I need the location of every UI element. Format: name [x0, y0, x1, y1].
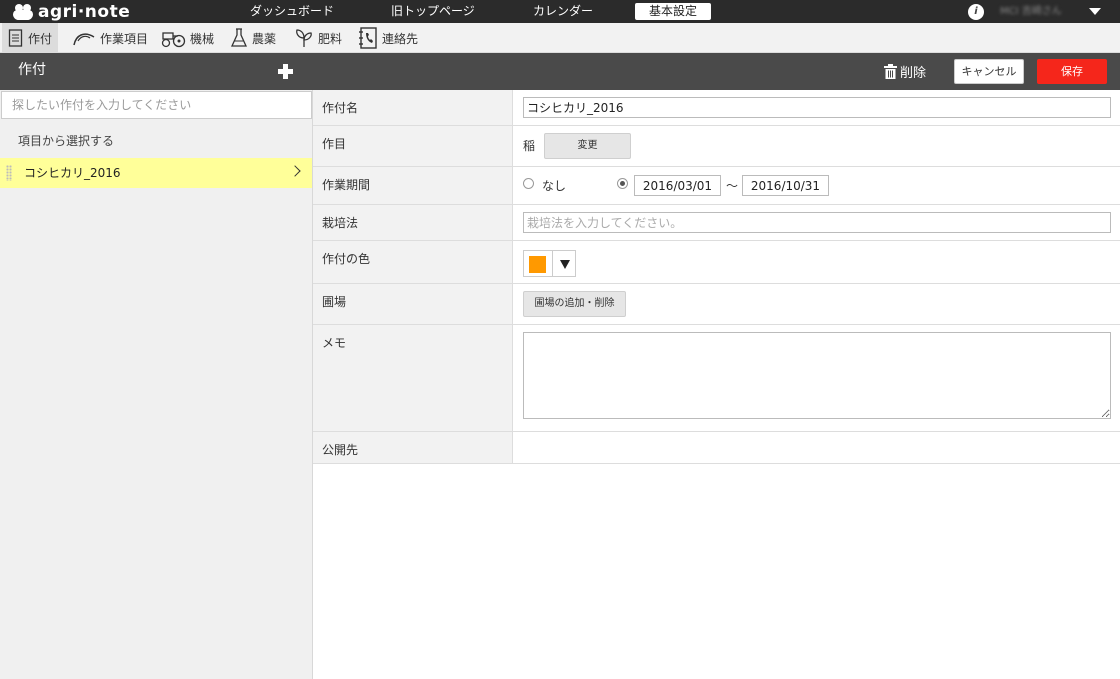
memo-textarea[interactable] [523, 332, 1111, 419]
crop-sidebar: 項目から選択する コシヒカリ_2016 [0, 90, 313, 679]
select-from-items-label[interactable]: 項目から選択する [18, 132, 114, 149]
row-crop-color: 作付の色 [313, 241, 1120, 284]
tab-pesticide[interactable]: 農薬 [224, 23, 282, 53]
sickle-icon [73, 33, 95, 46]
period-none-radio[interactable] [523, 178, 534, 189]
period-range-radio[interactable] [617, 178, 628, 189]
tab-contacts[interactable]: 連絡先 [352, 23, 424, 53]
memo-label: メモ [313, 325, 513, 431]
tab-machinery[interactable]: 機械 [154, 23, 220, 53]
crop-list-item[interactable]: コシヒカリ_2016 [0, 158, 312, 188]
row-field: 圃場 圃場の追加・削除 [313, 284, 1120, 325]
page-header: 作付 削除 [0, 53, 1120, 90]
delete-label: 削除 [900, 66, 927, 81]
page-title: 作付 [18, 62, 46, 78]
period-end-input[interactable] [742, 175, 829, 196]
tab-fertilizer[interactable]: 肥料 [288, 23, 348, 53]
crop-form: 作付名 作目 稲 変更 作業期間 なし 〜 栽培法 作付の色 [313, 90, 1120, 464]
crop-list-item-name: コシヒカリ_2016 [24, 166, 121, 180]
add-plus-icon[interactable] [278, 64, 293, 79]
tab-work-items-label: 作業項目 [100, 31, 149, 46]
sprout-icon [296, 29, 312, 47]
cultivation-method-input[interactable] [523, 212, 1111, 233]
save-button[interactable]: 保存 [1037, 59, 1107, 84]
document-icon [8, 29, 23, 47]
user-avatar-icon[interactable]: i [968, 4, 984, 20]
nav-dashboard[interactable]: ダッシュボード [250, 0, 334, 23]
nav-basic-settings[interactable]: 基本設定 [635, 3, 712, 20]
address-book-icon [359, 27, 377, 49]
crop-name-input[interactable] [523, 97, 1111, 118]
crop-search-input[interactable] [1, 91, 312, 119]
user-menu-caret-icon[interactable] [1089, 8, 1101, 15]
period-separator: 〜 [726, 179, 739, 193]
user-name[interactable]: MCI 吉崎さん [1000, 0, 1062, 23]
frog-logo-icon [13, 3, 33, 20]
row-publish: 公開先 [313, 432, 1120, 464]
drag-handle-icon[interactable] [6, 165, 12, 181]
field-label: 圃場 [313, 284, 513, 324]
row-crop-type: 作目 稲 変更 [313, 126, 1120, 167]
row-cultivation-method: 栽培法 [313, 205, 1120, 241]
tab-machinery-label: 機械 [190, 31, 215, 46]
nav-calendar[interactable]: カレンダー [533, 0, 593, 23]
publish-value[interactable] [514, 432, 1120, 463]
crop-color-picker[interactable] [523, 250, 576, 277]
change-crop-type-button[interactable]: 変更 [544, 133, 631, 159]
crop-name-label: 作付名 [313, 90, 513, 125]
crop-type-label: 作目 [313, 126, 513, 166]
tab-crop-label: 作付 [28, 31, 53, 46]
work-period-label: 作業期間 [313, 167, 513, 204]
nav-old-top-page[interactable]: 旧トップページ [391, 0, 475, 23]
tab-contacts-label: 連絡先 [382, 31, 419, 46]
logo[interactable]: agri·note [13, 1, 131, 22]
period-none-label: なし [542, 179, 567, 193]
module-tabs: 作付 作業項目 機械 農薬 肥料 連絡先 [0, 23, 1120, 53]
crop-type-value: 稲 [523, 139, 536, 153]
trash-icon [884, 64, 897, 79]
logo-text: agri·note [38, 1, 131, 22]
chevron-right-icon [289, 165, 301, 177]
color-swatch [529, 256, 546, 273]
tab-work-items[interactable]: 作業項目 [66, 23, 154, 53]
row-work-period: 作業期間 なし 〜 [313, 167, 1120, 205]
crop-color-label: 作付の色 [313, 241, 513, 283]
tab-crop[interactable]: 作付 [2, 23, 59, 53]
tab-pesticide-label: 農薬 [252, 31, 277, 46]
period-start-input[interactable] [634, 175, 721, 196]
publish-label: 公開先 [313, 432, 513, 463]
row-memo: メモ [313, 325, 1120, 432]
delete-button[interactable]: 削除 [884, 53, 926, 90]
flask-icon [230, 28, 248, 47]
cultivation-method-label: 栽培法 [313, 205, 513, 240]
row-crop-name: 作付名 [313, 90, 1120, 126]
top-bar: agri·note ダッシュボード 旧トップページ カレンダー 基本設定 i M… [0, 0, 1120, 23]
cancel-button[interactable]: キャンセル [954, 59, 1024, 84]
tractor-icon [161, 32, 186, 48]
add-remove-field-button[interactable]: 圃場の追加・削除 [523, 291, 626, 317]
tab-fertilizer-label: 肥料 [318, 31, 343, 46]
dropdown-caret-icon [560, 260, 570, 269]
